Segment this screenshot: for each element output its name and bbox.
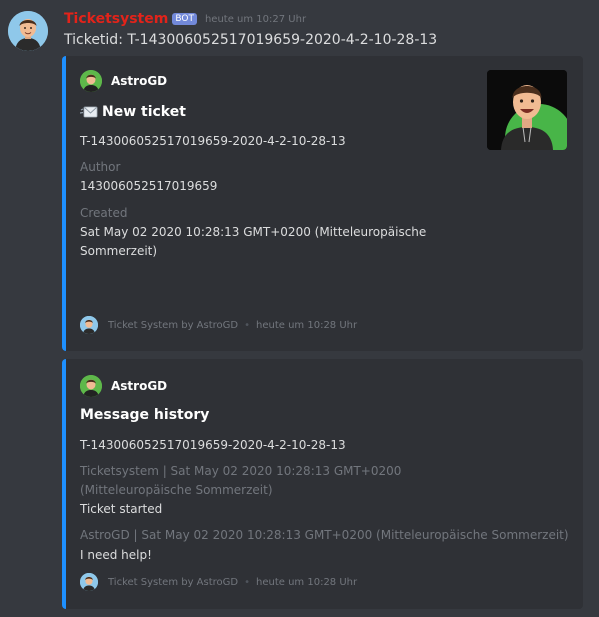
embed-footer-text: Ticket System by AstroGD: [108, 319, 239, 331]
embed-footer-text: Ticket System by AstroGD: [108, 576, 239, 588]
history-entry-value: I need help!: [80, 548, 152, 562]
embed-title: Message history: [80, 407, 209, 423]
history-entry-name: Ticketsystem | Sat May 02 2020 10:28:13 …: [80, 464, 402, 497]
history-entry-name: AstroGD | Sat May 02 2020 10:28:13 GMT+0…: [80, 528, 569, 542]
message-history-embed: AstroGD Message history T-14300605251701…: [62, 359, 583, 609]
embed-author-name[interactable]: AstroGD: [111, 379, 167, 393]
field-value-created: Sat May 02 2020 10:28:13 GMT+0200 (Mitte…: [80, 225, 427, 258]
footer-separator: •: [244, 576, 251, 588]
bot-avatar[interactable]: [8, 11, 48, 51]
embed-title: New ticket: [79, 104, 186, 120]
embed-footer: Ticket System by AstroGD • heute um 10:2…: [80, 316, 357, 334]
ticket-embed: AstroGD New ticket T-143006052517019659-…: [62, 56, 583, 351]
embed-footer-timestamp: heute um 10:28 Uhr: [256, 319, 358, 331]
embed-description: T-143006052517019659-2020-4-2-10-28-13: [80, 134, 346, 148]
footer-separator: •: [244, 319, 251, 331]
bot-username[interactable]: Ticketsystem: [64, 11, 168, 27]
embed-author: AstroGD: [80, 70, 167, 92]
field-name-created: Created: [80, 206, 128, 220]
message-header: Ticketsystem BOT heute um 10:27 Uhr: [64, 10, 306, 28]
message-content: Ticketid: T-143006052517019659-2020-4-2-…: [64, 32, 438, 48]
author-avatar-icon[interactable]: [80, 70, 102, 92]
footer-avatar-icon: [80, 316, 98, 334]
embed-description: T-143006052517019659-2020-4-2-10-28-13: [80, 438, 346, 452]
embed-title-text: New ticket: [102, 104, 186, 120]
message-timestamp: heute um 10:27 Uhr: [204, 13, 307, 25]
author-avatar-icon[interactable]: [80, 375, 102, 397]
envelope-icon: [79, 105, 98, 119]
footer-avatar-icon: [80, 573, 98, 591]
embed-author-name[interactable]: AstroGD: [111, 74, 167, 88]
bot-badge: BOT: [172, 13, 197, 25]
embed-title-text: Message history: [80, 407, 210, 423]
field-name-author: Author: [80, 160, 121, 174]
field-value-author: 143006052517019659: [80, 179, 218, 193]
chat-message: Ticketsystem BOT heute um 10:27 Uhr Tick…: [0, 0, 599, 617]
embed-footer-timestamp: heute um 10:28 Uhr: [256, 576, 358, 588]
embed-author: AstroGD: [80, 375, 167, 397]
embed-thumbnail[interactable]: [487, 70, 567, 150]
history-entry-value: Ticket started: [80, 502, 163, 516]
embed-footer: Ticket System by AstroGD • heute um 10:2…: [80, 573, 357, 591]
